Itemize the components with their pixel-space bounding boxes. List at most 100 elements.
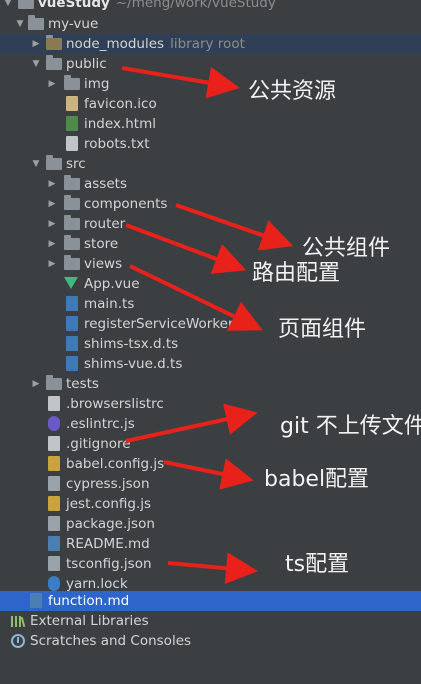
- vue-file-icon: [64, 277, 78, 289]
- javascript-file-icon: [48, 456, 60, 471]
- tree-item-label: External Libraries: [30, 613, 149, 629]
- folder-icon: [46, 375, 62, 390]
- tree-item-robots[interactable]: robots.txt: [0, 134, 421, 154]
- folder-icon: [64, 195, 80, 210]
- annotation-views: 页面组件: [278, 317, 367, 342]
- project-name: vueStudy: [38, 0, 110, 11]
- folder-icon: [64, 175, 80, 190]
- folder-icon: [46, 55, 62, 70]
- tree-item-label: index.html: [84, 116, 156, 132]
- tree-item-label: .gitignore: [66, 436, 131, 452]
- tree-item-label: favicon.ico: [84, 96, 157, 112]
- folder-icon: [46, 155, 62, 170]
- tree-item-label: shims-tsx.d.ts: [84, 336, 179, 352]
- tree-item-label: README.md: [66, 536, 150, 552]
- chevron-right-icon[interactable]: ▶: [46, 74, 58, 94]
- eslint-file-icon: [48, 416, 60, 431]
- text-file-icon: [66, 136, 78, 151]
- yarn-file-icon: [48, 576, 60, 591]
- tree-item-label: assets: [84, 176, 127, 192]
- scratches-and-consoles[interactable]: Scratches and Consoles: [0, 631, 421, 651]
- tree-item-label: views: [84, 256, 123, 272]
- typescript-file-icon: [66, 316, 78, 331]
- tree-item-label: package.json: [66, 516, 155, 532]
- folder-icon: [64, 255, 80, 270]
- tree-item-function-md[interactable]: function.md: [0, 591, 421, 611]
- tree-item-label: store: [84, 236, 119, 252]
- tree-item-label: App.vue: [84, 276, 140, 292]
- chevron-right-icon[interactable]: ▶: [30, 374, 42, 394]
- tree-item-label: shims-vue.d.ts: [84, 356, 183, 372]
- tree-item-favicon[interactable]: favicon.ico: [0, 94, 421, 114]
- chevron-right-icon[interactable]: ▶: [46, 234, 58, 254]
- annotation-tsconfig: ts配置: [285, 552, 350, 577]
- markdown-file-icon: [48, 536, 60, 551]
- project-header[interactable]: ▼ vueStudy ~/meng/work/vueStudy: [0, 0, 421, 13]
- library-root-hint: library root: [170, 36, 245, 52]
- tree-item-node-modules[interactable]: ▶ node_modules library root: [0, 34, 421, 54]
- gitignore-file-icon: [48, 436, 60, 451]
- tree-item-label: registerServiceWorker.ts: [84, 316, 249, 332]
- tree-item-public[interactable]: ▼ public: [0, 54, 421, 74]
- tree-item-components[interactable]: ▶ components: [0, 194, 421, 214]
- project-path: ~/meng/work/vueStudy: [115, 0, 276, 11]
- tree-item-label: cypress.json: [66, 476, 150, 492]
- tree-item-label: Scratches and Consoles: [30, 633, 192, 649]
- library-icon: [10, 613, 26, 629]
- tree-item-label: function.md: [48, 593, 130, 609]
- typescript-file-icon: [66, 296, 78, 311]
- tree-item-tests[interactable]: ▶ tests: [0, 374, 421, 394]
- typescript-file-icon: [66, 336, 78, 351]
- tree-item-my-vue[interactable]: ▼ my-vue: [0, 14, 421, 34]
- chevron-down-icon[interactable]: ▼: [30, 154, 42, 174]
- markdown-file-icon: [30, 593, 42, 608]
- chevron-right-icon[interactable]: ▶: [30, 34, 42, 54]
- annotation-babel: babel配置: [264, 467, 370, 492]
- chevron-right-icon[interactable]: ▶: [46, 194, 58, 214]
- javascript-file-icon: [48, 496, 60, 511]
- typescript-file-icon: [66, 356, 78, 371]
- tree-item-label: robots.txt: [84, 136, 150, 152]
- html-file-icon: [66, 116, 78, 131]
- tree-item-label: tsconfig.json: [66, 556, 152, 572]
- tree-item-app-vue[interactable]: App.vue: [0, 274, 421, 294]
- tree-item-label: img: [84, 76, 110, 92]
- config-file-icon: [48, 396, 60, 411]
- folder-icon: [64, 235, 80, 250]
- chevron-right-icon[interactable]: ▶: [46, 214, 58, 234]
- folder-icon: [28, 15, 44, 30]
- tree-item-label: .eslintrc.js: [66, 416, 135, 432]
- annotation-gitignore: git 不上传文件: [280, 414, 421, 439]
- tree-item-label: router: [84, 216, 126, 232]
- tree-item-img[interactable]: ▶ img: [0, 74, 421, 94]
- tree-item-src[interactable]: ▼ src: [0, 154, 421, 174]
- tree-item-tsconfig[interactable]: tsconfig.json: [0, 554, 421, 574]
- tree-item-package-json[interactable]: package.json: [0, 514, 421, 534]
- tree-item-label: components: [84, 196, 168, 212]
- tree-item-label: public: [66, 56, 107, 72]
- tree-item-label: babel.config.js: [66, 456, 165, 472]
- chevron-right-icon[interactable]: ▶: [46, 254, 58, 274]
- external-libraries[interactable]: External Libraries: [0, 611, 421, 631]
- tree-item-readme[interactable]: README.md: [0, 534, 421, 554]
- tree-item-assets[interactable]: ▶ assets: [0, 174, 421, 194]
- chevron-down-icon[interactable]: ▼: [2, 0, 14, 13]
- tree-item-index-html[interactable]: index.html: [0, 114, 421, 134]
- tree-item-label: my-vue: [48, 16, 99, 32]
- folder-icon: [64, 75, 80, 90]
- tree-item-shims-vue[interactable]: shims-vue.d.ts: [0, 354, 421, 374]
- json-file-icon: [48, 556, 60, 571]
- folder-icon: [18, 0, 34, 9]
- annotation-public: 公共资源: [248, 79, 337, 104]
- chevron-right-icon[interactable]: ▶: [46, 174, 58, 194]
- tree-item-label: tests: [66, 376, 99, 392]
- tree-item-label: .browserslistrc: [66, 396, 164, 412]
- annotation-router: 路由配置: [252, 261, 341, 286]
- tree-item-label: node_modules: [66, 36, 165, 52]
- image-file-icon: [66, 96, 78, 111]
- chevron-down-icon[interactable]: ▼: [14, 14, 26, 34]
- folder-icon: [46, 35, 62, 50]
- json-file-icon: [48, 476, 60, 491]
- tree-item-jest-config[interactable]: jest.config.js: [0, 494, 421, 514]
- chevron-down-icon[interactable]: ▼: [30, 54, 42, 74]
